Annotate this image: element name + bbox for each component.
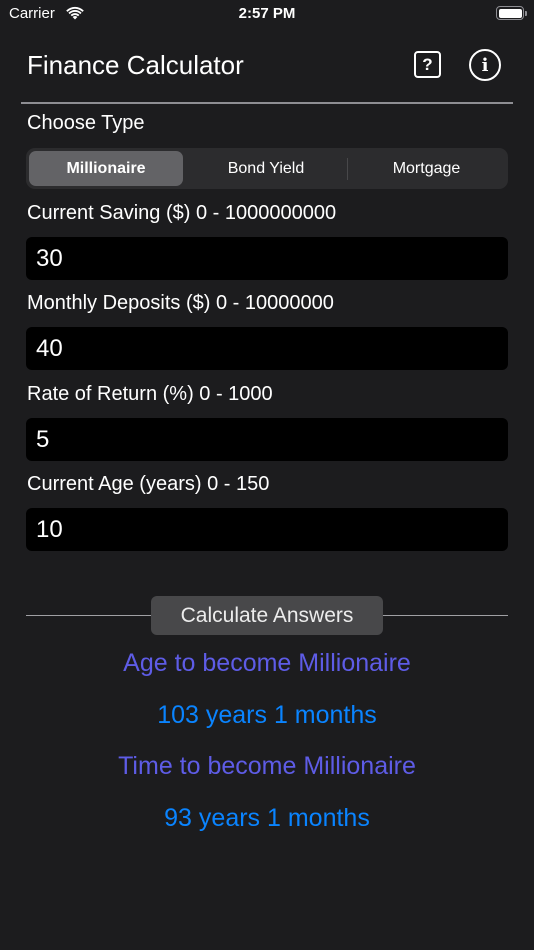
monthly-deposits-label: Monthly Deposits ($) 0 - 10000000 — [27, 292, 334, 314]
current-saving-label: Current Saving ($) 0 - 1000000000 — [27, 202, 337, 224]
time-value: 93 years 1 months — [164, 804, 370, 832]
rate-of-return-label: Rate of Return (%) 0 - 1000 — [27, 383, 273, 405]
choose-type-label: Choose Type — [27, 112, 145, 134]
type-segmented-control: Millionaire Bond Yield Mortgage — [26, 148, 508, 189]
help-icon[interactable]: ? — [414, 51, 441, 78]
info-icon[interactable]: i — [469, 49, 501, 81]
current-age-label: Current Age (years) 0 - 150 — [27, 473, 270, 495]
time-heading: Time to become Millionaire — [118, 752, 416, 780]
status-bar: Carrier 2:57 PM — [0, 0, 534, 30]
header-divider — [21, 102, 513, 104]
segment-millionaire[interactable]: Millionaire — [29, 151, 183, 186]
page-title: Finance Calculator — [27, 50, 244, 80]
age-value: 103 years 1 months — [157, 701, 377, 729]
calculate-button[interactable]: Calculate Answers — [151, 596, 383, 635]
calculate-divider-left — [26, 615, 151, 616]
battery-cap — [525, 11, 527, 16]
clock: 2:57 PM — [238, 5, 296, 22]
current-age-input[interactable] — [26, 508, 508, 551]
calculate-divider-right — [383, 615, 508, 616]
segment-bond-yield[interactable]: Bond Yield — [186, 151, 346, 186]
monthly-deposits-input[interactable] — [26, 327, 508, 370]
current-saving-input[interactable] — [26, 237, 508, 280]
battery-icon — [496, 6, 524, 20]
age-heading: Age to become Millionaire — [123, 649, 411, 677]
segment-mortgage[interactable]: Mortgage — [348, 151, 505, 186]
rate-of-return-input[interactable] — [26, 418, 508, 461]
